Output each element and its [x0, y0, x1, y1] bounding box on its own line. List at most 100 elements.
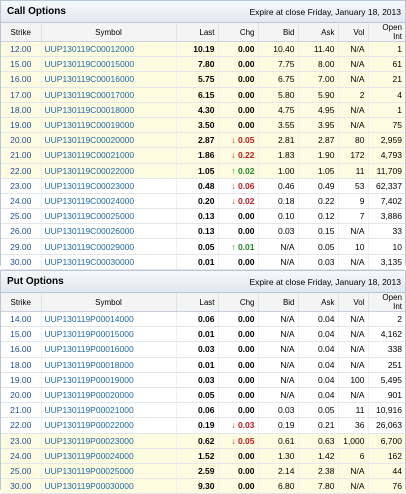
- ask-price: 0.03: [298, 254, 339, 270]
- symbol-link[interactable]: UUP130119P00025000: [41, 463, 177, 480]
- strike-link[interactable]: 22.00: [1, 417, 42, 434]
- volume: N/A: [338, 71, 369, 88]
- strike-link[interactable]: 23.00: [1, 433, 42, 449]
- change-value: 0.00: [237, 465, 255, 476]
- symbol-link[interactable]: UUP130119P00014000: [41, 311, 177, 328]
- strike-link[interactable]: 25.00: [1, 208, 42, 225]
- symbol-link[interactable]: UUP130119C00025000: [41, 208, 177, 225]
- symbol-link[interactable]: UUP130119P00020000: [41, 387, 177, 404]
- symbol-link[interactable]: UUP130119P00015000: [41, 326, 177, 343]
- strike-link[interactable]: 15.00: [1, 326, 42, 343]
- last-price: 0.01: [176, 254, 219, 270]
- bid-price: 4.75: [258, 102, 299, 118]
- bid-price: 10.40: [258, 41, 299, 58]
- symbol-link[interactable]: UUP130119P00024000: [41, 448, 177, 464]
- strike-link[interactable]: 22.00: [1, 163, 42, 179]
- change-cell: ↓ 0.06: [218, 178, 259, 194]
- last-price: 0.06: [176, 402, 219, 419]
- symbol-link[interactable]: UUP130119P00016000: [41, 341, 177, 358]
- strike-link[interactable]: 18.00: [1, 102, 42, 118]
- symbol-link[interactable]: UUP130119P00022000: [41, 417, 177, 434]
- column-header-last[interactable]: Last: [176, 293, 219, 312]
- column-header-bid[interactable]: Bid: [258, 293, 299, 312]
- column-header-ask[interactable]: Ask: [298, 293, 339, 312]
- strike-link[interactable]: 16.00: [1, 341, 42, 358]
- column-header-bid[interactable]: Bid: [258, 23, 299, 42]
- bid-price: 3.55: [258, 117, 299, 134]
- change-value: 0.00: [237, 314, 255, 325]
- strike-link[interactable]: 14.00: [1, 311, 42, 328]
- symbol-link[interactable]: UUP130119C00018000: [41, 102, 177, 118]
- strike-link[interactable]: 20.00: [1, 387, 42, 404]
- symbol-link[interactable]: UUP130119C00012000: [41, 41, 177, 58]
- strike-link[interactable]: 21.00: [1, 402, 42, 419]
- change-value: 0.00: [237, 359, 255, 370]
- column-header-chg[interactable]: Chg: [218, 23, 259, 42]
- symbol-link[interactable]: UUP130119P00023000: [41, 433, 177, 449]
- volume: N/A: [338, 56, 369, 73]
- strike-link[interactable]: 20.00: [1, 132, 42, 149]
- strike-link[interactable]: 24.00: [1, 448, 42, 464]
- strike-link[interactable]: 29.00: [1, 238, 42, 255]
- symbol-link[interactable]: UUP130119C00015000: [41, 56, 177, 73]
- symbol-link[interactable]: UUP130119P00030000: [41, 478, 177, 494]
- last-price: 7.80: [176, 56, 219, 73]
- strike-link[interactable]: 23.00: [1, 178, 42, 194]
- strike-link[interactable]: 21.00: [1, 147, 42, 164]
- strike-link[interactable]: 17.00: [1, 87, 42, 103]
- strike-link[interactable]: 24.00: [1, 193, 42, 210]
- last-price: 6.15: [176, 87, 219, 103]
- symbol-link[interactable]: UUP130119C00019000: [41, 117, 177, 134]
- symbol-link[interactable]: UUP130119P00019000: [41, 372, 177, 388]
- symbol-link[interactable]: UUP130119P00018000: [41, 357, 177, 373]
- symbol-link[interactable]: UUP130119C00029000: [41, 238, 177, 255]
- strike-link[interactable]: 30.00: [1, 478, 42, 494]
- symbol-link[interactable]: UUP130119C00020000: [41, 132, 177, 149]
- change-value: 0.00: [237, 74, 255, 85]
- column-header-vol[interactable]: Vol: [338, 23, 369, 42]
- column-header-open-int[interactable]: Open Int: [368, 23, 405, 42]
- strike-link[interactable]: 15.00: [1, 56, 42, 73]
- put-header-row: Strike Symbol Last Chg Bid Ask Vol Open …: [1, 293, 405, 312]
- column-header-chg[interactable]: Chg: [218, 293, 259, 312]
- symbol-link[interactable]: UUP130119C00026000: [41, 223, 177, 240]
- symbol-link[interactable]: UUP130119C00016000: [41, 71, 177, 88]
- strike-link[interactable]: 30.00: [1, 254, 42, 270]
- strike-link[interactable]: 19.00: [1, 117, 42, 134]
- symbol-link[interactable]: UUP130119C00022000: [41, 163, 177, 179]
- column-header-last[interactable]: Last: [176, 23, 219, 42]
- ask-price: 0.04: [298, 311, 339, 328]
- bid-price: N/A: [258, 238, 299, 255]
- column-header-strike[interactable]: Strike: [1, 293, 42, 312]
- ask-price: 0.05: [298, 238, 339, 255]
- strike-link[interactable]: 12.00: [1, 41, 42, 58]
- volume: 53: [338, 178, 369, 194]
- strike-link[interactable]: 16.00: [1, 71, 42, 88]
- open-interest: 3,886: [368, 208, 405, 225]
- change-cell: 0.00: [218, 208, 259, 225]
- last-price: 0.01: [176, 326, 219, 343]
- strike-link[interactable]: 18.00: [1, 357, 42, 373]
- strike-link[interactable]: 19.00: [1, 372, 42, 388]
- table-row: 14.00 UUP130119P00014000 0.06 0.00 N/A 0.04 N/…: [1, 311, 405, 328]
- column-header-vol[interactable]: Vol: [338, 293, 369, 312]
- symbol-link[interactable]: UUP130119C00030000: [41, 254, 177, 270]
- column-header-ask[interactable]: Ask: [298, 23, 339, 42]
- column-header-open-int[interactable]: Open Int: [368, 293, 405, 312]
- symbol-link[interactable]: UUP130119C00023000: [41, 178, 177, 194]
- symbol-link[interactable]: UUP130119C00024000: [41, 193, 177, 210]
- ask-price: 7.80: [298, 478, 339, 494]
- column-header-symbol[interactable]: Symbol: [41, 23, 177, 42]
- volume: N/A: [338, 357, 369, 373]
- column-header-strike[interactable]: Strike: [1, 23, 42, 42]
- change-value: 0.00: [237, 89, 255, 100]
- volume: N/A: [338, 341, 369, 358]
- change-value: 0.03: [237, 420, 255, 431]
- column-header-symbol[interactable]: Symbol: [41, 293, 177, 312]
- symbol-link[interactable]: UUP130119P00021000: [41, 402, 177, 419]
- last-price: 1.86: [176, 147, 219, 164]
- symbol-link[interactable]: UUP130119C00021000: [41, 147, 177, 164]
- strike-link[interactable]: 26.00: [1, 223, 42, 240]
- strike-link[interactable]: 25.00: [1, 463, 42, 480]
- symbol-link[interactable]: UUP130119C00017000: [41, 87, 177, 103]
